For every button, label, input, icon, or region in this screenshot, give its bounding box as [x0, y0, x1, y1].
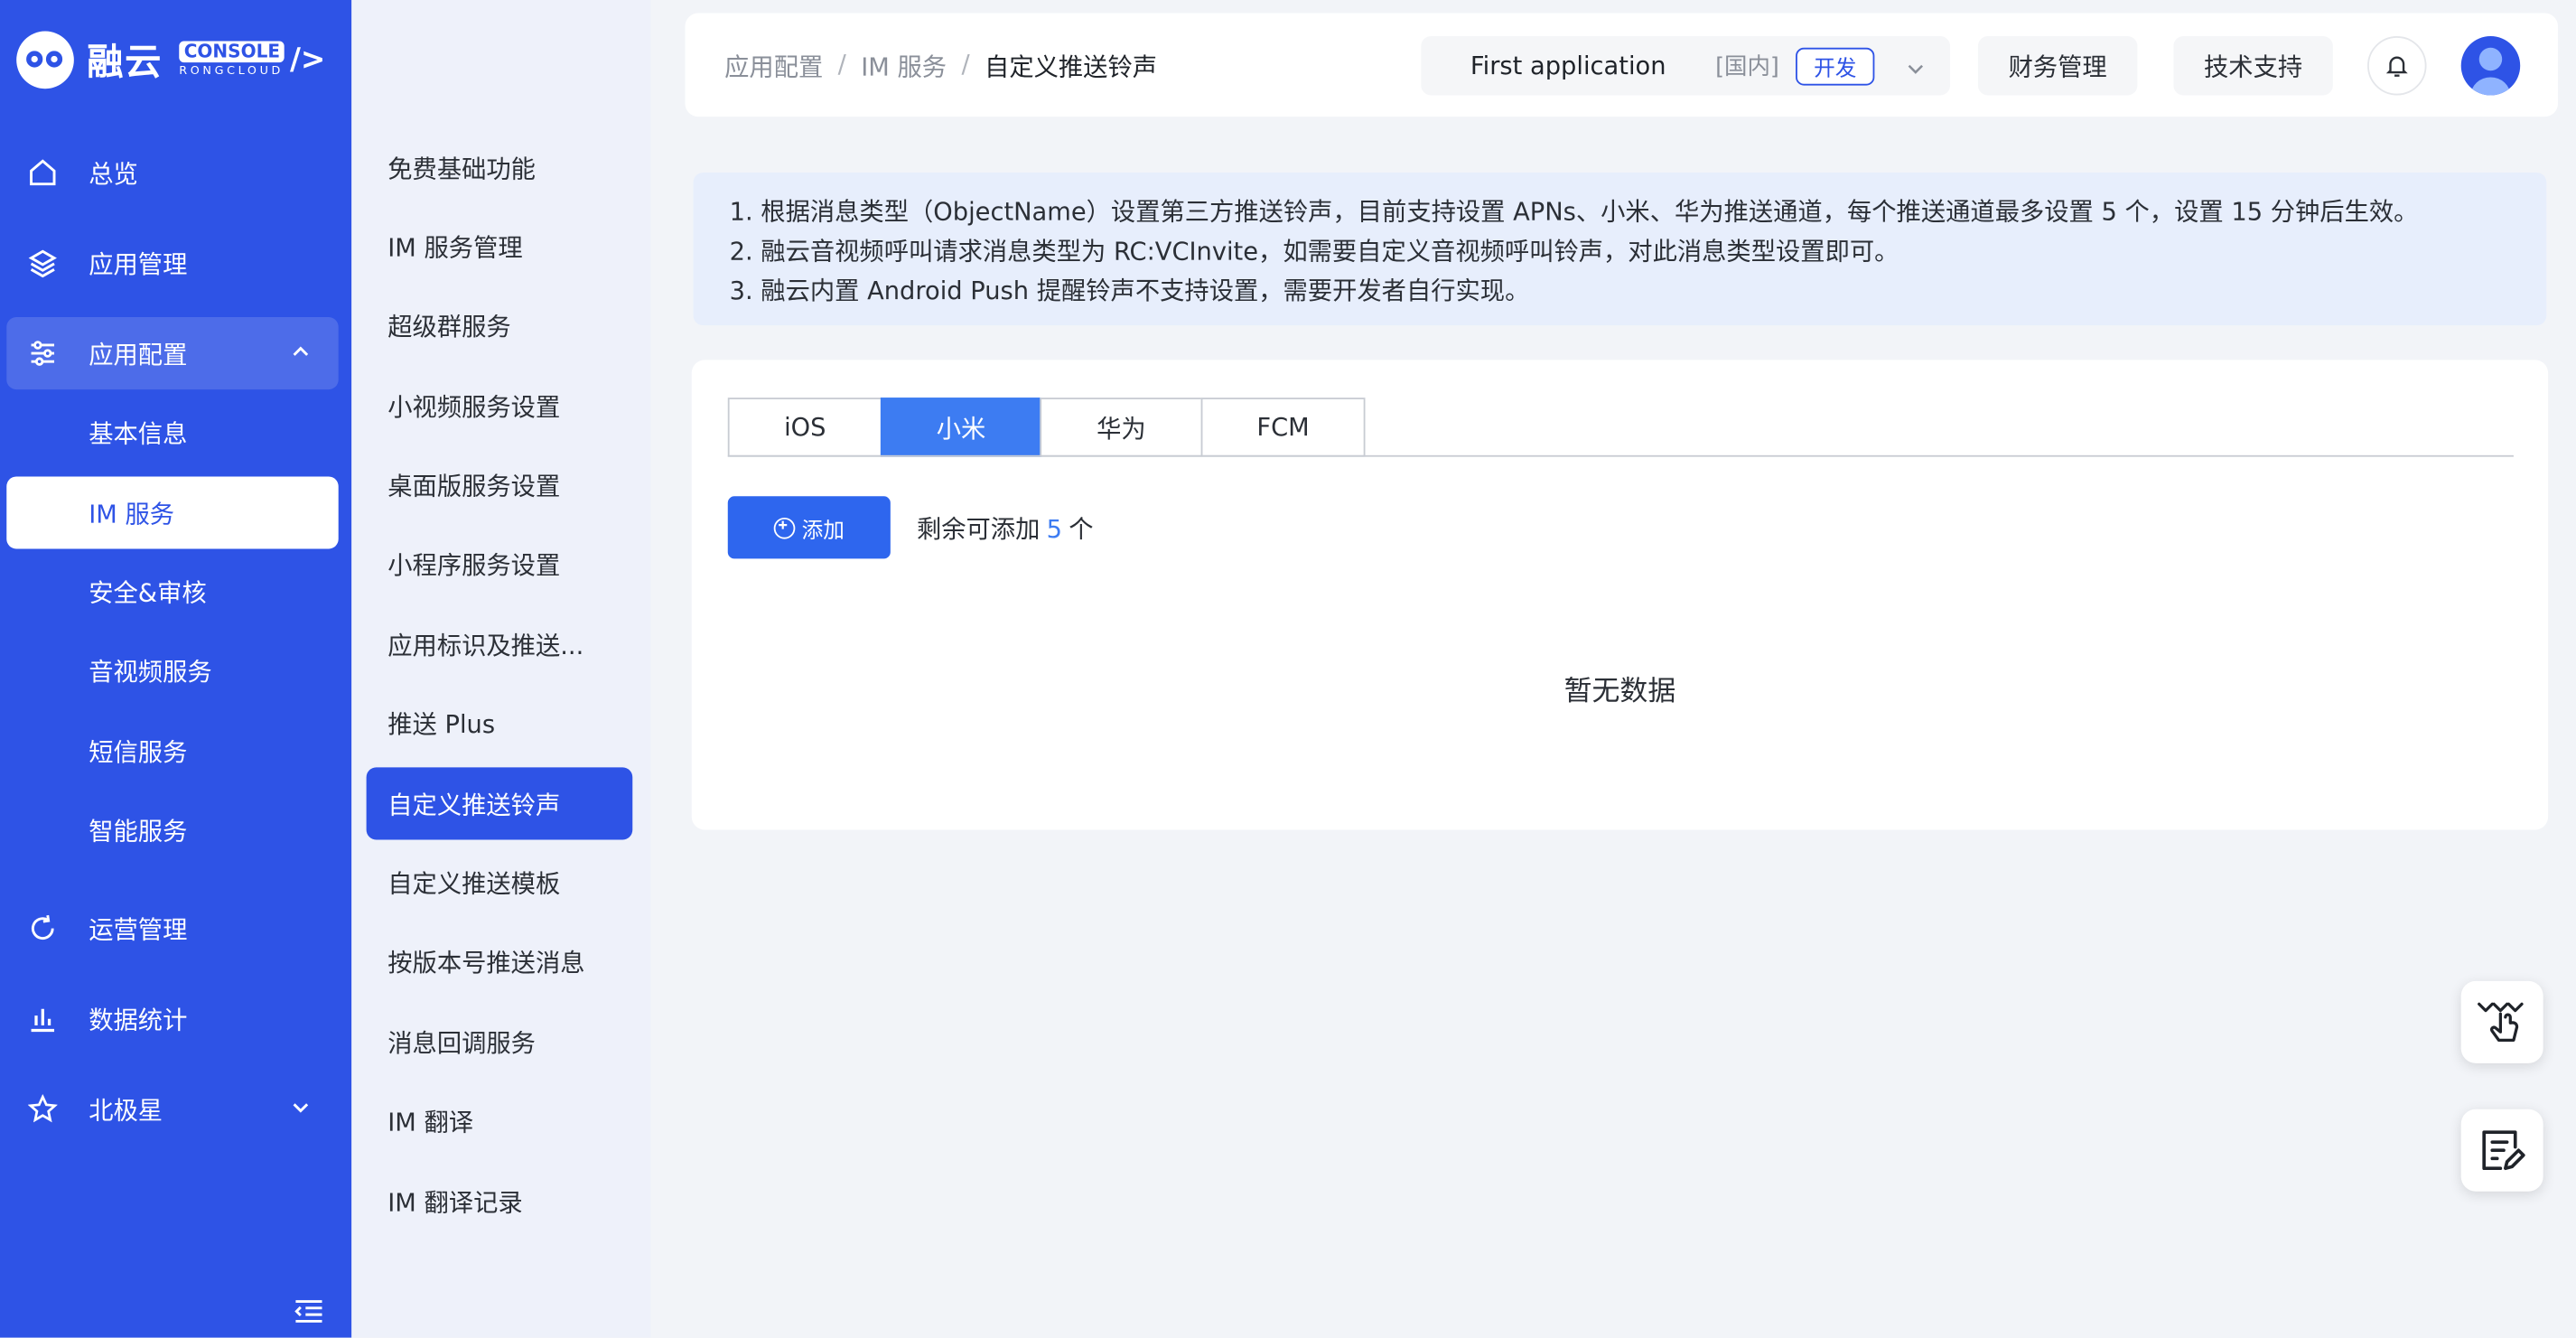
sidebar-subitem-im-service[interactable]: IM 服务	[6, 476, 339, 549]
rongcloud-logo-icon	[16, 30, 74, 89]
finance-button[interactable]: 财务管理	[1977, 36, 2138, 96]
remaining-number: 5	[1046, 514, 1063, 545]
sidebar-item-label: 总览	[89, 158, 138, 189]
menu-item-push-plus[interactable]: 推送 Plus	[367, 687, 633, 759]
sidebar-item-app-config[interactable]: 应用配置	[6, 317, 339, 390]
push-channel-tabs: iOS 小米 华为 FCM	[727, 398, 1366, 457]
menu-item-app-identity-push[interactable]: 应用标识及推送...	[367, 608, 633, 680]
tab-xiaomi[interactable]: 小米	[880, 398, 1042, 457]
sidebar-item-overview[interactable]: 总览	[6, 136, 338, 209]
refresh-icon	[26, 912, 59, 944]
sidebar-subitem-sms[interactable]: 短信服务	[6, 715, 338, 787]
sidebar-item-label: 运营管理	[89, 914, 188, 944]
sidebar-item-app-management[interactable]: 应用管理	[6, 227, 338, 299]
app-selector[interactable]: First application [国内] 开发	[1421, 36, 1951, 96]
logo-console-label: CONSOLE	[179, 41, 285, 63]
edit-note-icon	[2482, 1130, 2525, 1171]
feedback-button[interactable]	[2460, 1109, 2543, 1192]
sidebar-item-statistics[interactable]: 数据统计	[6, 983, 338, 1055]
sidebar-subitem-smart[interactable]: 智能服务	[6, 794, 338, 866]
notice-line: 2. 融云音视频呼叫请求消息类型为 RC:VCInvite，如需要自定义音视频呼…	[729, 236, 1899, 267]
env-badge: 开发	[1796, 46, 1875, 85]
menu-item-message-callback[interactable]: 消息回调服务	[367, 1006, 633, 1078]
menu-item-free-basic[interactable]: 免费基础功能	[367, 132, 633, 204]
secondary-menu: 免费基础功能 IM 服务管理 超级群服务 小视频服务设置 桌面版服务设置 小程序…	[351, 0, 651, 1338]
sidebar-subitem-basic-info[interactable]: 基本信息	[6, 396, 338, 468]
sidebar-item-label: 数据统计	[89, 1005, 188, 1034]
add-button[interactable]: 添加	[727, 496, 891, 559]
home-icon	[26, 156, 59, 189]
hand-tap-icon	[2478, 1002, 2524, 1043]
logo-slash: />	[289, 42, 326, 77]
sidebar-item-label: 北极星	[89, 1095, 163, 1126]
remaining-count: 剩余可添加 5 个	[916, 514, 1094, 545]
menu-item-mini-program[interactable]: 小程序服务设置	[367, 528, 633, 600]
chevron-down-icon	[289, 1096, 312, 1126]
star-icon	[26, 1093, 59, 1126]
notice-line: 1. 根据消息类型（ObjectName）设置第三方推送铃声，目前支持设置 AP…	[729, 197, 2419, 228]
content-card: iOS 小米 华为 FCM 添加 剩余可添加 5 个 暂无数据	[691, 360, 2549, 830]
menu-item-custom-push-template[interactable]: 自定义推送模板	[367, 847, 633, 919]
plus-circle-icon	[773, 517, 796, 538]
bell-icon[interactable]	[2367, 36, 2427, 96]
chevron-up-icon	[289, 341, 312, 370]
tab-ios[interactable]: iOS	[727, 398, 882, 457]
sidebar-item-polaris[interactable]: 北极星	[6, 1073, 338, 1146]
sidebar-item-label: 应用配置	[89, 339, 188, 370]
tab-underline	[727, 454, 2514, 457]
sidebar-item-operations[interactable]: 运营管理	[6, 893, 338, 965]
logo-sub-label: RONGCLOUD	[179, 63, 284, 78]
app-name: First application	[1470, 51, 1666, 81]
chevron-down-icon	[1904, 56, 1927, 88]
notice-line: 3. 融云内置 Android Push 提醒铃声不支持设置，需要开发者自行实现…	[729, 276, 1530, 306]
sidebar-item-label: 应用管理	[89, 248, 188, 279]
tab-fcm[interactable]: FCM	[1200, 398, 1366, 457]
support-button[interactable]: 技术支持	[2173, 36, 2333, 96]
menu-item-version-push[interactable]: 按版本号推送消息	[367, 925, 633, 997]
breadcrumb-current: 自定义推送铃声	[985, 52, 1158, 82]
primary-sidebar: 融云 CONSOLE RONGCLOUD /> 总览 应用管理 应用配置 基本信…	[0, 0, 352, 1338]
menu-item-custom-push-sound[interactable]: 自定义推送铃声	[366, 767, 633, 840]
top-header: 应用配置 / IM 服务 / 自定义推送铃声 First application…	[685, 13, 2559, 117]
menu-item-im-translate-log[interactable]: IM 翻译记录	[367, 1165, 633, 1238]
add-button-label: 添加	[801, 518, 845, 544]
menu-item-desktop[interactable]: 桌面版服务设置	[367, 449, 633, 521]
menu-item-im-translate[interactable]: IM 翻译	[367, 1084, 633, 1156]
menu-item-super-group[interactable]: 超级群服务	[367, 289, 633, 361]
notice-panel: 1. 根据消息类型（ObjectName）设置第三方推送铃声，目前支持设置 AP…	[693, 172, 2547, 326]
menu-item-im-management[interactable]: IM 服务管理	[367, 211, 633, 283]
logo[interactable]: 融云 CONSOLE RONGCLOUD />	[16, 30, 325, 89]
bar-chart-icon	[26, 1003, 59, 1035]
app-region: [国内]	[1715, 54, 1779, 81]
breadcrumb-item[interactable]: 应用配置	[724, 50, 823, 84]
layers-icon	[26, 247, 59, 279]
sidebar-subitem-audio-video[interactable]: 音视频服务	[6, 634, 338, 706]
sidebar-subitem-security[interactable]: 安全&审核	[6, 556, 338, 628]
tab-huawei[interactable]: 华为	[1040, 398, 1203, 457]
avatar[interactable]	[2460, 36, 2521, 96]
gesture-guide-button[interactable]	[2460, 980, 2543, 1063]
breadcrumb-item[interactable]: IM 服务	[861, 50, 947, 84]
breadcrumb: 应用配置 / IM 服务 / 自定义推送铃声	[724, 49, 1158, 84]
collapse-sidebar-icon[interactable]	[293, 1298, 325, 1324]
logo-name: 融云	[87, 42, 163, 84]
sliders-icon	[26, 337, 59, 370]
menu-item-short-video[interactable]: 小视频服务设置	[367, 370, 633, 442]
empty-state: 暂无数据	[1563, 675, 1676, 708]
